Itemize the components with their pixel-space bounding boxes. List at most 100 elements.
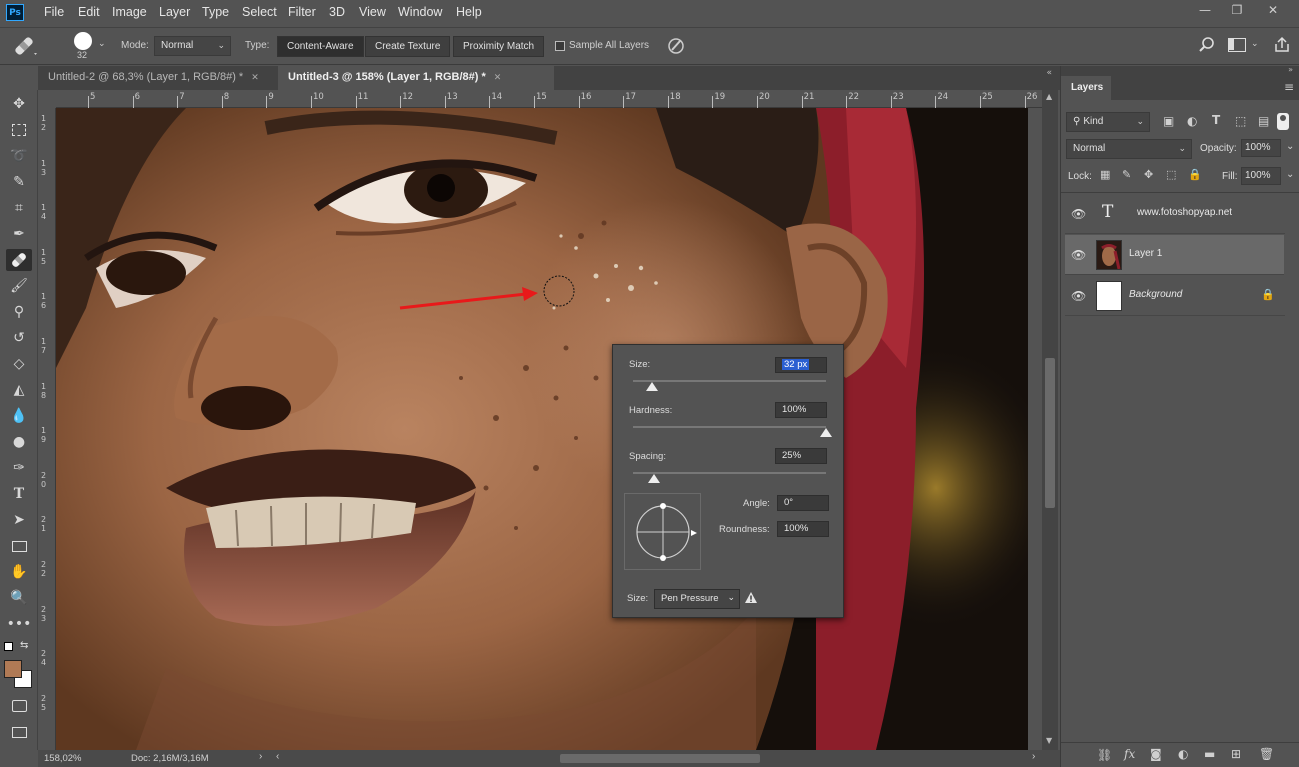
foreground-color-swatch[interactable]	[4, 660, 22, 678]
menu-3d[interactable]: 3D	[329, 5, 345, 19]
adjustment-layer-icon[interactable]: ◐	[1178, 747, 1188, 761]
create-texture-button[interactable]: Create Texture	[365, 36, 451, 57]
lock-position-icon[interactable]: ✥	[1144, 168, 1153, 181]
proximity-match-button[interactable]: Proximity Match	[453, 36, 545, 57]
angle-input[interactable]: 0°	[777, 495, 829, 511]
close-icon[interactable]: ✕	[1264, 3, 1282, 19]
brush-tool-icon[interactable]: 🖌	[6, 275, 32, 297]
eraser-tool-icon[interactable]: ◇	[6, 353, 32, 375]
scroll-right-icon[interactable]: ›	[1032, 751, 1035, 762]
eyedropper-tool-icon[interactable]: ✒	[6, 223, 32, 245]
add-mask-icon[interactable]: ◙	[1150, 747, 1162, 761]
visibility-eye-icon[interactable]: 👁	[1071, 289, 1086, 303]
filter-kind-select[interactable]: ⚲ Kind ⌄	[1066, 112, 1150, 132]
scroll-down-icon[interactable]: ▼	[1046, 736, 1052, 745]
status-menu-icon[interactable]: ›	[259, 751, 262, 762]
menu-file[interactable]: File	[44, 5, 64, 19]
zoom-tool-icon[interactable]: 🔍	[6, 587, 32, 609]
menu-edit[interactable]: Edit	[78, 5, 100, 19]
scroll-up-icon[interactable]: ▲	[1046, 92, 1052, 101]
quick-selection-tool-icon[interactable]: ✎	[6, 171, 32, 193]
spacing-slider-thumb[interactable]	[648, 474, 661, 483]
chevron-down-icon[interactable]: ⌄	[98, 38, 106, 49]
menu-window[interactable]: Window	[398, 5, 442, 19]
zoom-level[interactable]: 158,02%	[44, 753, 82, 764]
layers-tab[interactable]: Layers	[1071, 82, 1103, 93]
lock-all-icon[interactable]: 🔒	[1188, 168, 1202, 181]
lock-image-icon[interactable]: ✎	[1122, 168, 1131, 181]
spot-healing-brush-tool-icon[interactable]	[6, 249, 32, 271]
menu-filter[interactable]: Filter	[288, 5, 316, 19]
menu-help[interactable]: Help	[456, 5, 482, 19]
hardness-input[interactable]: 100%	[775, 402, 827, 418]
layer-row-text[interactable]: 👁 T www.fotoshopyap.net	[1065, 194, 1285, 234]
collapse-icon[interactable]: «	[1046, 68, 1052, 78]
type-tool-icon[interactable]: T	[6, 483, 32, 505]
history-brush-tool-icon[interactable]: ↺	[6, 327, 32, 349]
menu-layer[interactable]: Layer	[159, 5, 190, 19]
more-tools-icon[interactable]: •••	[6, 613, 32, 635]
blur-tool-icon[interactable]: 💧	[6, 405, 32, 427]
workspace-chevron-icon[interactable]: ⌄	[1251, 38, 1259, 49]
move-tool-icon[interactable]: ✥	[6, 93, 32, 115]
filter-adjustment-icon[interactable]: ◐	[1187, 114, 1197, 128]
collapse-panel-icon[interactable]: »	[1288, 65, 1293, 74]
layer-name[interactable]: Background	[1129, 289, 1182, 300]
lasso-tool-icon[interactable]: ➰	[6, 145, 32, 167]
lock-artboard-icon[interactable]: ⬚	[1166, 168, 1176, 181]
path-selection-tool-icon[interactable]: ➤	[6, 509, 32, 531]
hand-tool-icon[interactable]: ✋	[6, 561, 32, 583]
close-tab-icon[interactable]: ✕	[251, 72, 259, 82]
filter-pixel-icon[interactable]: ▣	[1163, 114, 1174, 128]
spacing-input[interactable]: 25%	[775, 448, 827, 464]
document-canvas[interactable]	[56, 108, 1028, 750]
menu-select[interactable]: Select	[242, 5, 277, 19]
sample-all-layers-checkbox[interactable]	[555, 41, 565, 51]
pressure-size-icon[interactable]	[666, 36, 686, 56]
rectangle-tool-icon[interactable]	[6, 535, 32, 557]
clone-stamp-tool-icon[interactable]: ⚲	[6, 301, 32, 323]
link-layers-icon[interactable]: ⛓	[1097, 748, 1112, 762]
menu-image[interactable]: Image	[112, 5, 147, 19]
lock-transparent-icon[interactable]: ▦	[1100, 168, 1110, 181]
workspace-icon[interactable]	[1228, 38, 1246, 52]
paint-bucket-tool-icon[interactable]: ◭	[6, 379, 32, 401]
dodge-tool-icon[interactable]: ●	[6, 431, 32, 453]
marquee-tool-icon[interactable]	[6, 119, 32, 141]
layer-name[interactable]: www.fotoshopyap.net	[1137, 207, 1232, 218]
share-icon[interactable]	[1273, 36, 1291, 54]
search-icon[interactable]	[1198, 36, 1216, 54]
screen-mode-icon[interactable]	[6, 721, 32, 743]
size-input[interactable]: 32 px	[775, 357, 827, 373]
size-control-select[interactable]: Pen Pressure ⌄	[654, 589, 740, 609]
restore-icon[interactable]: ❐	[1228, 3, 1246, 19]
pen-tool-icon[interactable]: ✑	[6, 457, 32, 479]
hardness-slider-track[interactable]	[633, 426, 826, 428]
layer-row-background[interactable]: 👁 Background 🔒	[1065, 276, 1285, 316]
mode-select[interactable]: Normal ⌄	[154, 36, 231, 56]
brush-preview-icon[interactable]	[74, 32, 92, 50]
swap-colors-icon[interactable]: ⇆	[20, 640, 28, 651]
fill-input[interactable]: 100%	[1241, 167, 1281, 185]
menu-view[interactable]: View	[359, 5, 386, 19]
size-slider-track[interactable]	[633, 380, 826, 382]
horizontal-scroll-thumb[interactable]	[560, 754, 760, 763]
filter-smart-object-icon[interactable]: ▤	[1258, 114, 1269, 128]
panel-menu-icon[interactable]: ≡	[1284, 80, 1294, 94]
hardness-slider-thumb[interactable]	[820, 428, 832, 437]
vertical-scrollbar[interactable]: ▲ ▼	[1042, 90, 1058, 750]
blend-mode-select[interactable]: Normal ⌄	[1066, 139, 1192, 159]
visibility-eye-icon[interactable]: 👁	[1071, 207, 1086, 221]
new-layer-icon[interactable]: ⊞	[1231, 747, 1241, 761]
fill-chevron-icon[interactable]: ⌄	[1286, 169, 1294, 180]
roundness-input[interactable]: 100%	[777, 521, 829, 537]
filter-toggle-icon[interactable]	[1277, 113, 1289, 130]
size-slider-thumb[interactable]	[646, 382, 659, 391]
delete-layer-icon[interactable]: 🗑	[1259, 747, 1274, 761]
crop-tool-icon[interactable]: ⌗	[6, 197, 32, 219]
filter-shape-icon[interactable]: ⬚	[1235, 114, 1246, 128]
quick-mask-icon[interactable]	[6, 695, 32, 717]
visibility-eye-icon[interactable]: 👁	[1071, 248, 1086, 262]
vertical-scroll-thumb[interactable]	[1045, 358, 1055, 508]
new-group-icon[interactable]: ▬	[1204, 747, 1215, 761]
